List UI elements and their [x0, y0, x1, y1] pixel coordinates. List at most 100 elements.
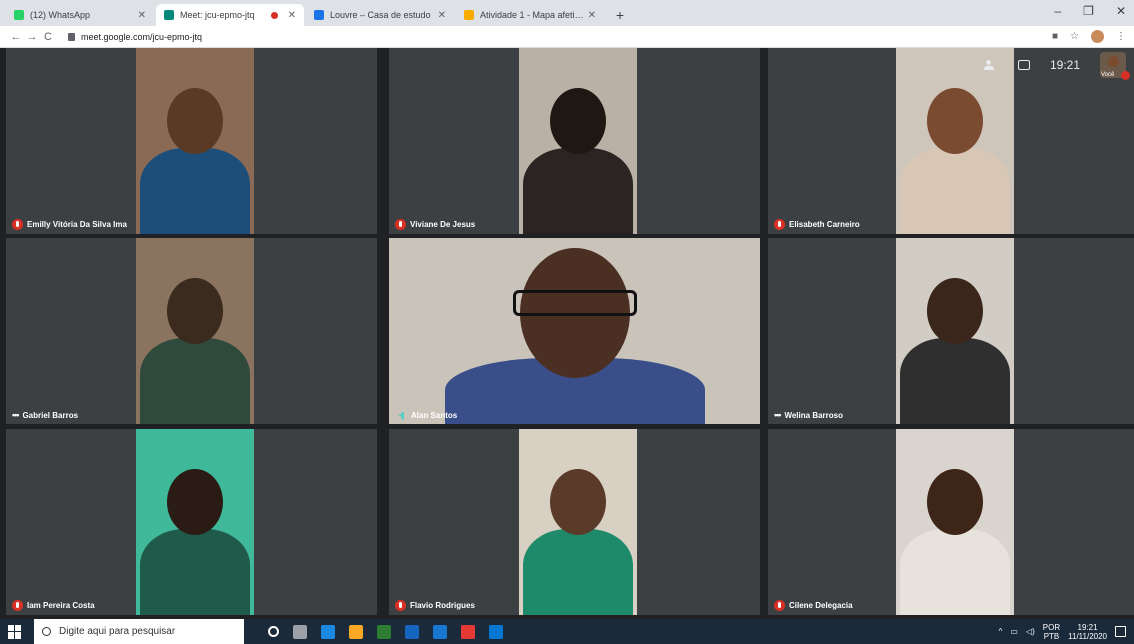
- participant-video: [136, 238, 254, 424]
- person-head: [167, 278, 223, 344]
- recording-icon: [270, 11, 278, 19]
- star-icon[interactable]: ☆: [1070, 31, 1079, 42]
- chat-icon[interactable]: [1017, 60, 1030, 70]
- mic-off-icon: [12, 219, 23, 230]
- self-view[interactable]: Você: [1100, 52, 1130, 80]
- close-icon[interactable]: ✕: [288, 10, 296, 21]
- participant-nameplate: Alan Santos: [399, 411, 457, 420]
- window-controls: – ❐ ✕: [1054, 4, 1126, 18]
- close-icon[interactable]: ✕: [588, 10, 596, 21]
- participant-nameplate: Emilly Vitória Da Silva Ima: [12, 219, 127, 230]
- participant-nameplate: ••• Gabriel Barros: [12, 410, 78, 420]
- reload-button[interactable]: C: [40, 31, 56, 43]
- mic-off-icon: [1121, 71, 1130, 80]
- participant-name: Alan Santos: [411, 411, 458, 420]
- more-options-icon: •••: [12, 410, 20, 420]
- close-icon[interactable]: ✕: [138, 10, 146, 21]
- participant-nameplate: Flavio Rodrigues: [395, 600, 475, 611]
- tab-meet[interactable]: Meet: jcu-epmo-jtq ✕: [156, 4, 304, 26]
- browser-tab-bar: (12) WhatsApp ✕ Meet: jcu-epmo-jtq ✕ Lou…: [0, 0, 1134, 26]
- taskbar-apps: [268, 624, 503, 639]
- clock-time: 19:21: [1077, 622, 1098, 632]
- new-tab-button[interactable]: +: [610, 4, 630, 26]
- tab-label: Meet: jcu-epmo-jtq: [180, 10, 255, 20]
- participant-name: Cilene Delegacia: [789, 601, 853, 610]
- volume-icon[interactable]: ◁): [1026, 627, 1035, 636]
- taskbar-app-icon[interactable]: [461, 624, 475, 639]
- participant-tile[interactable]: Cilene Delegacia: [768, 429, 1134, 615]
- participant-tile[interactable]: Iam Pereira Costa: [6, 429, 377, 615]
- address-bar[interactable]: meet.google.com/jcu-epmo-jtq: [64, 29, 964, 45]
- participant-video: [519, 429, 637, 615]
- participant-nameplate: Viviane De Jesus: [395, 219, 475, 230]
- menu-icon[interactable]: ⋮: [1116, 31, 1126, 42]
- taskbar-search[interactable]: Digite aqui para pesquisar: [34, 619, 244, 644]
- person-head: [550, 88, 606, 154]
- network-icon[interactable]: ▭: [1010, 627, 1018, 636]
- person-head: [927, 469, 983, 535]
- participant-name: Welina Barroso: [784, 410, 843, 420]
- close-window-button[interactable]: ✕: [1116, 4, 1126, 18]
- speaking-icon: [399, 411, 404, 420]
- participant-tile[interactable]: ••• Welina Barroso: [768, 238, 1134, 424]
- chevron-up-icon[interactable]: ^: [999, 627, 1003, 636]
- participant-video: [519, 48, 637, 234]
- windows-start-icon[interactable]: [8, 624, 22, 639]
- taskbar-app-icon[interactable]: [349, 624, 363, 639]
- profile-avatar[interactable]: [1091, 30, 1104, 43]
- clock-date: 11/11/2020: [1068, 631, 1107, 641]
- camera-icon[interactable]: ■: [1052, 31, 1058, 42]
- participant-name: Flavio Rodrigues: [410, 601, 475, 610]
- participant-tile[interactable]: Alan Santos: [389, 238, 760, 424]
- toolbar-right: ■ ☆ ⋮: [1052, 30, 1126, 43]
- meet-icon: [164, 10, 174, 20]
- maximize-button[interactable]: ❐: [1083, 4, 1094, 18]
- participant-tile[interactable]: ••• Gabriel Barros: [6, 238, 377, 424]
- participant-nameplate: Iam Pereira Costa: [12, 600, 95, 611]
- minimize-button[interactable]: –: [1054, 4, 1061, 18]
- taskbar-app-icon[interactable]: [377, 624, 391, 639]
- participant-name: Iam Pereira Costa: [27, 601, 95, 610]
- whatsapp-icon: [14, 10, 24, 20]
- mic-off-icon: [774, 219, 785, 230]
- participant-nameplate: Elisabeth Carneiro: [774, 219, 860, 230]
- forward-button[interactable]: →: [24, 31, 40, 43]
- notification-icon[interactable]: [1115, 626, 1126, 637]
- tab-label: Louvre – Casa de estudo: [330, 10, 431, 20]
- taskbar-clock[interactable]: 19:21 11/11/2020: [1068, 623, 1107, 641]
- person-head: [927, 88, 983, 154]
- participant-tile[interactable]: Viviane De Jesus: [389, 48, 760, 234]
- taskbar-app-icon[interactable]: [489, 624, 503, 639]
- taskbar-app-icon[interactable]: [321, 624, 335, 639]
- tab-whatsapp[interactable]: (12) WhatsApp ✕: [6, 4, 154, 26]
- person-body: [523, 529, 633, 615]
- person-body: [900, 529, 1010, 615]
- participant-tile[interactable]: Emilly Vitória Da Silva Ima: [6, 48, 377, 234]
- self-avatar: [1108, 56, 1119, 67]
- participant-name: Elisabeth Carneiro: [789, 220, 860, 229]
- person-body: [140, 338, 250, 424]
- slides-icon: [464, 10, 474, 20]
- taskbar-app-icon[interactable]: [405, 624, 419, 639]
- lang-top: POR: [1042, 622, 1061, 632]
- taskbar-app-icon[interactable]: [268, 626, 279, 637]
- person-body: [523, 148, 633, 234]
- people-icon[interactable]: [983, 60, 998, 70]
- mic-off-icon: [774, 600, 785, 611]
- taskbar-app-icon[interactable]: [293, 624, 307, 639]
- tab-atividade[interactable]: Atividade 1 - Mapa afetivo ✕: [456, 4, 604, 26]
- search-placeholder: Digite aqui para pesquisar: [59, 626, 176, 637]
- back-button[interactable]: ←: [8, 31, 24, 43]
- self-label: Você: [1101, 72, 1115, 78]
- person-head: [550, 469, 606, 535]
- tab-label: (12) WhatsApp: [30, 10, 91, 20]
- tab-louvre[interactable]: Louvre – Casa de estudo ✕: [306, 4, 454, 26]
- person-body: [140, 148, 250, 234]
- person-body: [900, 148, 1010, 234]
- close-icon[interactable]: ✕: [438, 10, 446, 21]
- mic-off-icon: [12, 600, 23, 611]
- taskbar-app-icon[interactable]: [433, 624, 447, 639]
- language-indicator[interactable]: POR PTB: [1043, 623, 1060, 641]
- meet-video-grid: Emilly Vitória Da Silva Ima Viviane De Je…: [0, 48, 1134, 619]
- participant-tile[interactable]: Flavio Rodrigues: [389, 429, 760, 615]
